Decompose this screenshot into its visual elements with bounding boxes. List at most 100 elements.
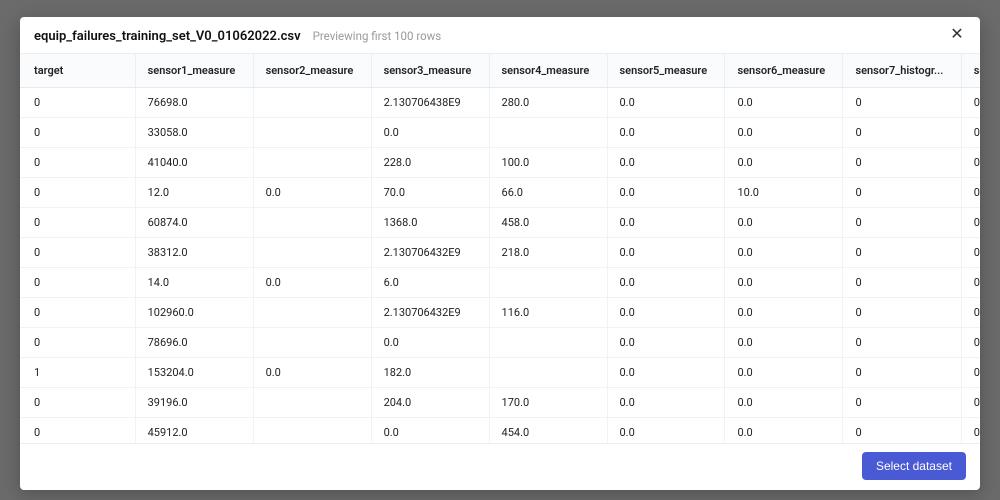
table-cell [489, 358, 607, 388]
table-row[interactable]: 045912.00.0454.00.00.000 [20, 418, 980, 444]
table-cell: 0 [20, 388, 135, 418]
table-cell: 0.0 [725, 268, 843, 298]
table-cell: 0.0 [253, 358, 371, 388]
table-cell: 100.0 [489, 148, 607, 178]
table-cell: 0 [20, 118, 135, 148]
column-header[interactable]: sensor5_measure [607, 54, 725, 88]
column-header[interactable]: sensor4_measure [489, 54, 607, 88]
table-cell: 0 [961, 88, 980, 118]
table-row[interactable]: 033058.00.00.00.000 [20, 118, 980, 148]
table-cell: 12.0 [135, 178, 253, 208]
table-cell: 0 [843, 88, 961, 118]
table-cell: 0 [843, 418, 961, 444]
table-cell: 204.0 [371, 388, 489, 418]
table-cell [253, 238, 371, 268]
table-cell: 1368.0 [371, 208, 489, 238]
table-cell: 10.0 [725, 178, 843, 208]
column-header[interactable]: sensor6_measure [725, 54, 843, 88]
table-header: targetsensor1_measuresensor2_measuresens… [20, 54, 980, 88]
table-row[interactable]: 039196.0204.0170.00.00.000 [20, 388, 980, 418]
table-cell: 0 [961, 268, 980, 298]
column-header[interactable]: sensor2_measure [253, 54, 371, 88]
select-dataset-button[interactable]: Select dataset [862, 452, 966, 480]
table-cell: 0.0 [607, 178, 725, 208]
table-cell: 0.0 [607, 268, 725, 298]
table-cell: 0 [843, 298, 961, 328]
table-row[interactable]: 0102960.02.130706432E9116.00.00.000 [20, 298, 980, 328]
table-cell: 218.0 [489, 238, 607, 268]
file-title: equip_failures_training_set_V0_01062022.… [34, 29, 301, 44]
table-cell: 0 [961, 358, 980, 388]
table-cell: 60874.0 [135, 208, 253, 238]
table-cell: 0.0 [607, 148, 725, 178]
table-row[interactable]: 078696.00.00.00.000 [20, 328, 980, 358]
table-row[interactable]: 060874.01368.0458.00.00.000 [20, 208, 980, 238]
table-cell: 0.0 [607, 418, 725, 444]
table-cell: 0 [843, 208, 961, 238]
table-cell: 153204.0 [135, 358, 253, 388]
table-cell: 0 [843, 238, 961, 268]
table-cell: 0.0 [725, 88, 843, 118]
table-cell: 0 [961, 418, 980, 444]
table-cell: 33058.0 [135, 118, 253, 148]
table-cell: 2.130706432E9 [371, 238, 489, 268]
table-cell: 0 [843, 268, 961, 298]
close-icon[interactable]: ✕ [948, 27, 966, 45]
table-cell: 116.0 [489, 298, 607, 328]
column-header[interactable]: sensor7_histogr... [843, 54, 961, 88]
table-cell: 0 [20, 88, 135, 118]
table-cell: 66.0 [489, 178, 607, 208]
table-cell: 0.0 [725, 418, 843, 444]
table-cell [253, 298, 371, 328]
table-row[interactable]: 012.00.070.066.00.010.000 [20, 178, 980, 208]
table-row[interactable]: 1153204.00.0182.00.00.000 [20, 358, 980, 388]
table-cell: 38312.0 [135, 238, 253, 268]
table-cell: 0 [843, 388, 961, 418]
table-cell: 0 [961, 328, 980, 358]
table-cell: 70.0 [371, 178, 489, 208]
table-row[interactable]: 041040.0228.0100.00.00.000 [20, 148, 980, 178]
table-cell: 454.0 [489, 418, 607, 444]
table-cell: 0 [961, 148, 980, 178]
table-cell: 0 [843, 358, 961, 388]
table-cell: 0.0 [607, 208, 725, 238]
table-cell: 39196.0 [135, 388, 253, 418]
column-header[interactable]: sensor3_measure [371, 54, 489, 88]
table-cell: 1 [20, 358, 135, 388]
table-cell: 2.130706438E9 [371, 88, 489, 118]
table-cell: 0.0 [725, 118, 843, 148]
table-cell: 0 [20, 238, 135, 268]
table-cell: 0 [20, 178, 135, 208]
table-cell: 0 [20, 208, 135, 238]
table-cell: 0 [843, 328, 961, 358]
table-cell: 0.0 [607, 358, 725, 388]
table-cell: 0 [843, 178, 961, 208]
table-cell: 14.0 [135, 268, 253, 298]
table-cell: 0 [961, 238, 980, 268]
table-cell: 280.0 [489, 88, 607, 118]
table-cell: 0.0 [607, 388, 725, 418]
table-row[interactable]: 014.00.06.00.00.000 [20, 268, 980, 298]
table-cell [253, 388, 371, 418]
column-header[interactable]: sensor7_histogr... [961, 54, 980, 88]
table-cell: 0 [961, 388, 980, 418]
table-cell [253, 418, 371, 444]
table-cell: 0.0 [607, 328, 725, 358]
modal-footer: Select dataset [20, 443, 980, 490]
table-cell [489, 118, 607, 148]
table-scroll-area[interactable]: targetsensor1_measuresensor2_measuresens… [20, 53, 980, 443]
column-header[interactable]: sensor1_measure [135, 54, 253, 88]
table-row[interactable]: 038312.02.130706432E9218.00.00.000 [20, 238, 980, 268]
table-cell: 0.0 [725, 148, 843, 178]
table-cell: 228.0 [371, 148, 489, 178]
table-cell: 2.130706432E9 [371, 298, 489, 328]
table-cell: 0.0 [607, 238, 725, 268]
table-cell: 0.0 [725, 388, 843, 418]
table-cell: 0 [961, 178, 980, 208]
table-cell: 0.0 [607, 88, 725, 118]
table-cell: 0 [20, 328, 135, 358]
column-header[interactable]: target [20, 54, 135, 88]
table-row[interactable]: 076698.02.130706438E9280.00.00.000 [20, 88, 980, 118]
table-cell: 0 [961, 118, 980, 148]
table-cell [253, 88, 371, 118]
